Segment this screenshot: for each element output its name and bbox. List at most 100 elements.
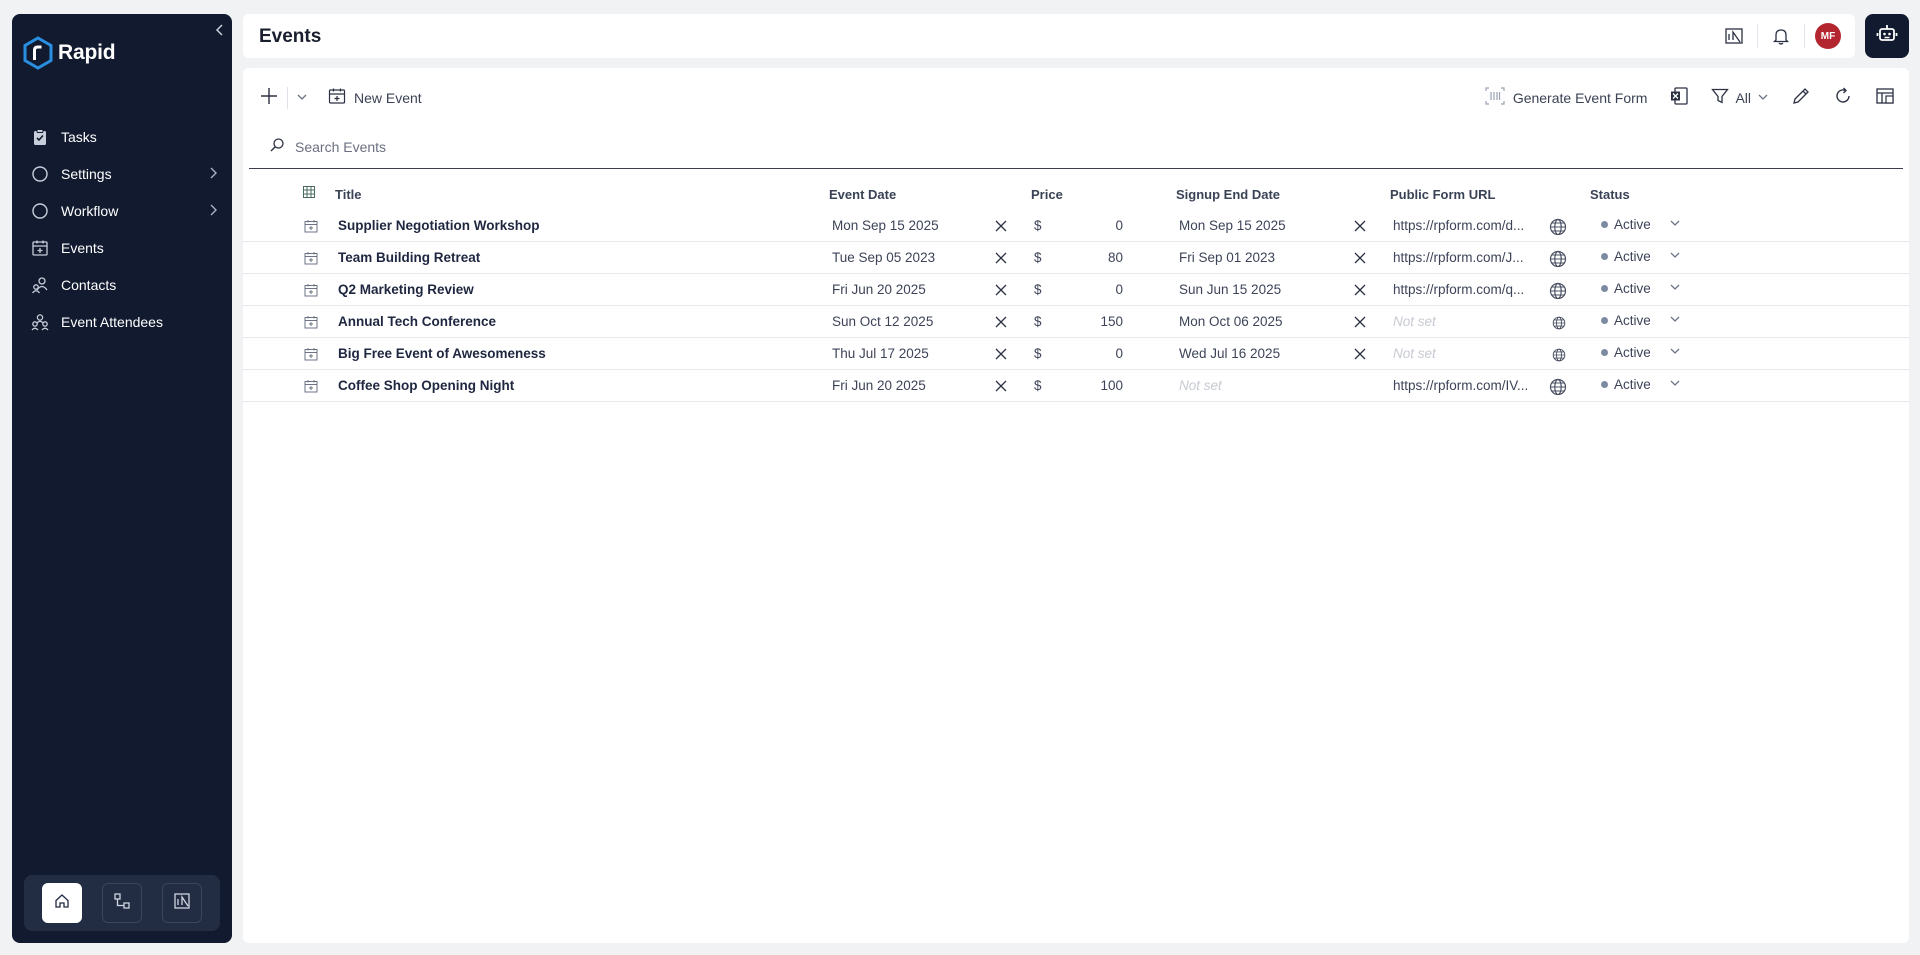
clear-signup-date-icon[interactable] xyxy=(1353,347,1367,361)
signup-end-date[interactable]: Wed Jul 16 2025 xyxy=(1179,346,1280,361)
event-title[interactable]: Supplier Negotiation Workshop xyxy=(338,218,540,233)
clear-event-date-icon[interactable] xyxy=(994,347,1008,361)
column-header-title[interactable]: Title xyxy=(335,187,362,202)
price-value[interactable]: 0 xyxy=(1073,218,1123,233)
collapse-sidebar-icon[interactable] xyxy=(212,22,228,38)
event-title[interactable]: Q2 Marketing Review xyxy=(338,282,474,297)
signup-end-date[interactable]: Mon Oct 06 2025 xyxy=(1179,314,1283,329)
clear-event-date-icon[interactable] xyxy=(994,219,1008,233)
price-currency: $ xyxy=(1034,378,1042,393)
clear-signup-date-icon[interactable] xyxy=(1353,315,1367,329)
globe-icon[interactable] xyxy=(1552,316,1570,334)
assistant-bot-button[interactable] xyxy=(1865,14,1909,58)
grid-icon[interactable] xyxy=(303,186,315,201)
price-value[interactable]: 0 xyxy=(1073,282,1123,297)
clear-event-date-icon[interactable] xyxy=(994,379,1008,393)
public-form-url[interactable]: https://rpform.com/q... xyxy=(1393,282,1559,297)
price-value[interactable]: 150 xyxy=(1073,314,1123,329)
clear-event-date-icon[interactable] xyxy=(994,283,1008,297)
columns-layout-icon[interactable] xyxy=(1875,86,1895,109)
column-header-signup-end-date[interactable]: Signup End Date xyxy=(1176,187,1280,202)
public-form-url[interactable]: https://rpform.com/d... xyxy=(1393,218,1559,233)
clear-event-date-icon[interactable] xyxy=(994,251,1008,265)
event-date[interactable]: Fri Jun 20 2025 xyxy=(832,282,926,297)
status-dropdown[interactable]: Active xyxy=(1601,281,1681,296)
chevron-down-icon[interactable] xyxy=(296,90,308,106)
event-date[interactable]: Sun Oct 12 2025 xyxy=(832,314,933,329)
globe-icon[interactable] xyxy=(1552,348,1570,366)
home-button[interactable] xyxy=(42,883,82,923)
reports-icon[interactable] xyxy=(1721,23,1747,49)
workflow-button[interactable] xyxy=(102,883,142,923)
event-title[interactable]: Big Free Event of Awesomeness xyxy=(338,346,546,361)
event-date[interactable]: Tue Sep 05 2023 xyxy=(832,250,935,265)
brand-logo[interactable]: Rapid xyxy=(22,36,116,70)
globe-icon[interactable] xyxy=(1549,218,1567,236)
table-row[interactable]: Coffee Shop Opening Night Fri Jun 20 2025… xyxy=(243,370,1909,402)
signup-end-date[interactable]: Mon Sep 15 2025 xyxy=(1179,218,1286,233)
add-button[interactable] xyxy=(259,86,279,109)
clear-signup-date-icon[interactable] xyxy=(1353,219,1367,233)
price-value[interactable]: 0 xyxy=(1073,346,1123,361)
signup-end-date[interactable]: Not set xyxy=(1179,378,1222,393)
signup-end-date[interactable]: Fri Sep 01 2023 xyxy=(1179,250,1275,265)
reports-button[interactable] xyxy=(162,883,202,923)
price-value[interactable]: 100 xyxy=(1073,378,1123,393)
column-header-public-form-url[interactable]: Public Form URL xyxy=(1390,187,1495,202)
excel-export-icon[interactable] xyxy=(1669,86,1689,109)
status-dropdown[interactable]: Active xyxy=(1601,217,1681,232)
sidebar-item-events[interactable]: Events xyxy=(12,229,232,266)
status-dropdown[interactable]: Active xyxy=(1601,249,1681,264)
edit-pencil-icon[interactable] xyxy=(1791,86,1811,109)
generate-event-form-label: Generate Event Form xyxy=(1512,89,1648,106)
sidebar-item-tasks[interactable]: Tasks xyxy=(12,118,232,155)
table-row[interactable]: Annual Tech Conference Sun Oct 12 2025 $15… xyxy=(243,306,1909,338)
column-header-price[interactable]: Price xyxy=(1031,187,1063,202)
clear-event-date-icon[interactable] xyxy=(994,315,1008,329)
sidebar-item-workflow[interactable]: Workflow xyxy=(12,192,232,229)
events-panel: New Event Generate Event Form All Search… xyxy=(243,68,1909,943)
event-date[interactable]: Mon Sep 15 2025 xyxy=(832,218,939,233)
price-value[interactable]: 80 xyxy=(1073,250,1123,265)
public-form-url[interactable]: Not set xyxy=(1393,346,1559,361)
filter-button[interactable]: All xyxy=(1711,87,1769,108)
chevron-down-icon xyxy=(1757,90,1769,106)
table-row[interactable]: Supplier Negotiation Workshop Mon Sep 15 … xyxy=(243,210,1909,242)
clear-signup-date-icon[interactable] xyxy=(1353,251,1367,265)
status-label: Active xyxy=(1614,217,1651,232)
column-header-status[interactable]: Status xyxy=(1590,187,1630,202)
table-row[interactable]: Team Building Retreat Tue Sep 05 2023 $80 F… xyxy=(243,242,1909,274)
event-title[interactable]: Coffee Shop Opening Night xyxy=(338,378,514,393)
robot-icon xyxy=(1875,22,1899,51)
search-input[interactable] xyxy=(293,138,813,156)
sidebar-item-contacts[interactable]: Contacts xyxy=(12,266,232,303)
filter-icon xyxy=(1711,87,1730,108)
status-dropdown[interactable]: Active xyxy=(1601,313,1681,328)
clear-signup-date-icon[interactable] xyxy=(1353,283,1367,297)
public-form-url[interactable]: https://rpform.com/IV... xyxy=(1393,378,1559,393)
event-title[interactable]: Team Building Retreat xyxy=(338,250,480,265)
new-event-button[interactable]: New Event xyxy=(328,87,422,108)
globe-icon[interactable] xyxy=(1549,250,1567,268)
status-dot xyxy=(1601,285,1608,292)
refresh-icon[interactable] xyxy=(1833,86,1853,109)
public-form-url[interactable]: https://rpform.com/J... xyxy=(1393,250,1559,265)
generate-event-form-button[interactable]: Generate Event Form xyxy=(1485,87,1648,108)
table-row[interactable]: Big Free Event of Awesomeness Thu Jul 17 … xyxy=(243,338,1909,370)
sidebar-item-event-attendees[interactable]: Event Attendees xyxy=(12,303,232,340)
event-title[interactable]: Annual Tech Conference xyxy=(338,314,496,329)
status-dot xyxy=(1601,221,1608,228)
signup-end-date[interactable]: Sun Jun 15 2025 xyxy=(1179,282,1281,297)
column-header-event-date[interactable]: Event Date xyxy=(829,187,896,202)
event-date[interactable]: Fri Jun 20 2025 xyxy=(832,378,926,393)
sidebar-item-settings[interactable]: Settings xyxy=(12,155,232,192)
event-date[interactable]: Thu Jul 17 2025 xyxy=(832,346,929,361)
table-row[interactable]: Q2 Marketing Review Fri Jun 20 2025 $0 Sun … xyxy=(243,274,1909,306)
public-form-url[interactable]: Not set xyxy=(1393,314,1559,329)
bell-icon[interactable] xyxy=(1768,23,1794,49)
avatar[interactable]: MF xyxy=(1815,23,1841,49)
globe-icon[interactable] xyxy=(1549,282,1567,300)
status-dropdown[interactable]: Active xyxy=(1601,377,1681,392)
globe-icon[interactable] xyxy=(1549,378,1567,396)
status-dropdown[interactable]: Active xyxy=(1601,345,1681,360)
